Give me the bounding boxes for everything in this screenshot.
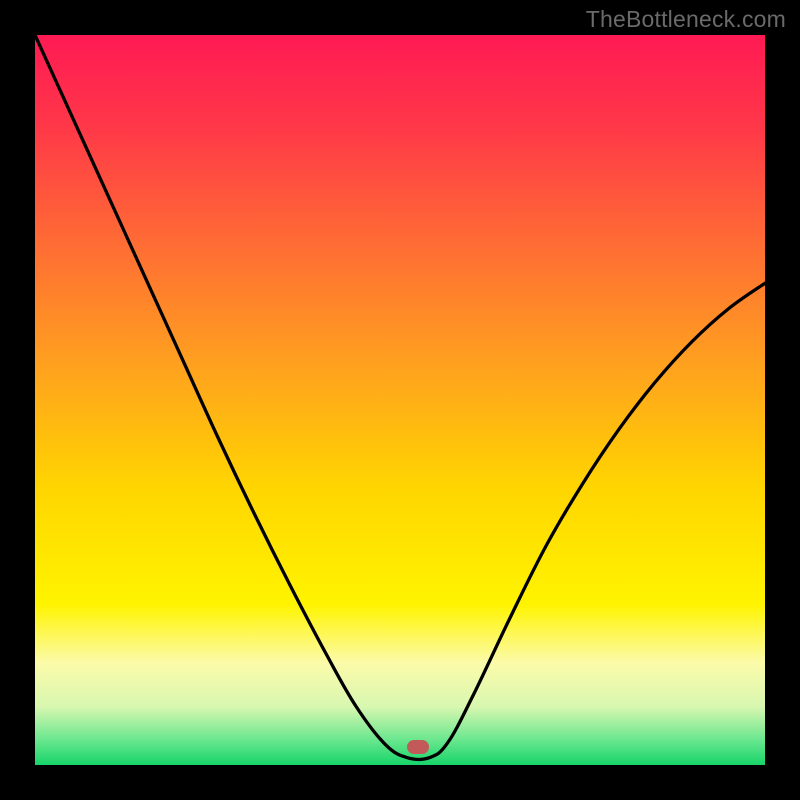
plot-area [35, 35, 765, 765]
current-value-marker [407, 740, 429, 754]
bottleneck-curve-path [35, 35, 765, 760]
watermark-text: TheBottleneck.com [586, 6, 786, 33]
bottleneck-curve [35, 35, 765, 765]
chart-frame: TheBottleneck.com [0, 0, 800, 800]
